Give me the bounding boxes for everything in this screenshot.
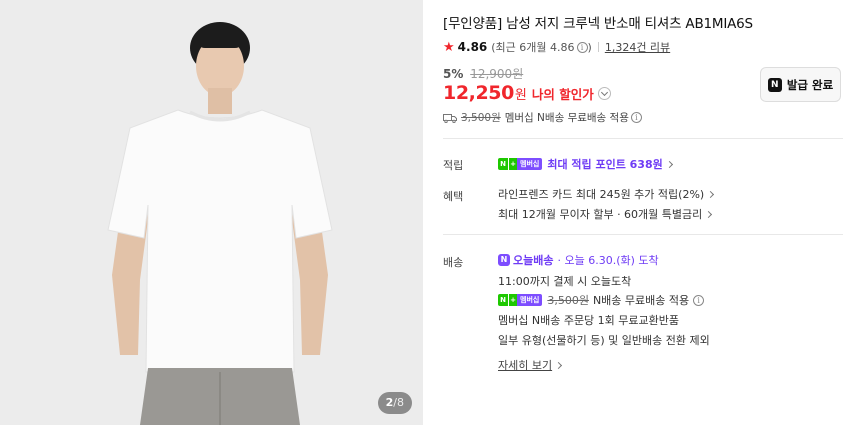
rating-row: ★ 4.86 (최근 6개월 4.86 i) 1,324건 리뷰 <box>443 39 670 55</box>
shipping-fee-strike: 3,500원 <box>461 112 501 124</box>
badge-plus: + <box>508 158 517 170</box>
card-benefit[interactable]: 라인프렌즈 카드 최대 245원 추가 적립(2%) <box>498 186 715 202</box>
badge-n: N <box>498 294 508 306</box>
today-delivery-row: N 오늘배송 · 오늘 6.30.(화) 도착 <box>498 252 659 268</box>
today-delivery-badge: N 오늘배송 <box>498 252 553 268</box>
currency-unit: 원 <box>514 87 527 103</box>
original-price: 12,900원 <box>470 67 524 81</box>
discount-row: 5% 12,900원 <box>443 65 523 82</box>
product-info-panel: [무인양품] 남성 저지 크루넥 반소매 티셔츠 AB1MIA6S ★ 4.86… <box>443 0 843 425</box>
delivery-label: 배송 <box>443 256 464 269</box>
badge-text: 멤버십 <box>517 158 543 170</box>
coupon-issued-button[interactable]: N 발급 완료 <box>760 67 841 102</box>
naver-n-icon: N <box>767 77 782 92</box>
points-row[interactable]: N + 멤버십 최대 적립 포인트 638원 <box>498 156 673 172</box>
badge-plus: + <box>508 294 517 306</box>
product-image[interactable]: 2/8 <box>0 0 423 425</box>
product-title: [무인양품] 남성 저지 크루넥 반소매 티셔츠 AB1MIA6S <box>443 16 753 32</box>
image-page-counter: 2/8 <box>377 392 412 414</box>
delivery-detail-link[interactable]: 자세히 보기 <box>498 357 563 373</box>
free-exchange-note: 멤버십 N배송 주문당 1회 무료교환반품 <box>498 314 680 327</box>
exclusion-note: 일부 유형(선물하기 등) 및 일반배송 전환 제외 <box>498 334 710 347</box>
benefits-label: 혜택 <box>443 190 464 203</box>
order-deadline: 11:00까지 결제 시 오늘도착 <box>498 275 632 288</box>
member-shipping-row: N + 멤버십 3,500원 N배송 무료배송 적용 i <box>498 292 705 308</box>
section-divider <box>443 138 843 139</box>
membership-badge: N + 멤버십 <box>498 294 543 306</box>
chevron-right-icon <box>665 160 673 168</box>
today-delivery-icon: N <box>498 254 510 266</box>
discount-rate: 5% <box>443 67 464 81</box>
points-label: 적립 <box>443 159 464 172</box>
truck-icon <box>443 113 457 123</box>
max-points-text: 최대 적립 포인트 638원 <box>547 158 663 171</box>
model-photo <box>0 0 423 425</box>
info-icon[interactable]: i <box>630 112 642 123</box>
today-delivery-label: 오늘배송 <box>513 254 554 267</box>
installment-text: 최대 12개월 무이자 할부 · 60개월 특별금리 <box>498 208 703 221</box>
chevron-right-icon <box>707 190 715 198</box>
card-benefit-text: 라인프렌즈 카드 최대 245원 추가 적립(2%) <box>498 188 705 201</box>
rating-recent-close: ) <box>587 40 592 54</box>
divider <box>597 42 599 52</box>
detail-link-text: 자세히 보기 <box>498 359 553 372</box>
shipping-fee-strike: 3,500원 <box>547 294 589 307</box>
arrival-date: · 오늘 6.30.(화) 도착 <box>557 254 659 267</box>
info-icon[interactable]: i <box>576 41 588 53</box>
installment-benefit[interactable]: 최대 12개월 무이자 할부 · 60개월 특별금리 <box>498 206 713 222</box>
info-icon[interactable]: i <box>693 294 705 306</box>
membership-badge: N + 멤버십 <box>498 158 543 170</box>
shipping-note-text: 멤버십 N배송 무료배송 적용 <box>504 112 629 124</box>
my-discount-price-toggle[interactable]: 나의 할인가 <box>532 84 594 103</box>
badge-n: N <box>498 158 508 170</box>
badge-text: 멤버십 <box>517 294 543 306</box>
member-shipping-text: N배송 무료배송 적용 <box>592 294 690 307</box>
review-count-link[interactable]: 1,324건 리뷰 <box>605 39 670 55</box>
page-total: /8 <box>393 396 404 409</box>
sale-price: 12,250 <box>443 82 514 104</box>
star-icon: ★ <box>443 39 455 55</box>
rating-recent: (최근 6개월 4.86 <box>491 41 575 54</box>
section-divider <box>443 234 843 235</box>
coupon-label: 발급 완료 <box>786 77 834 92</box>
rating-value: 4.86 <box>457 40 488 54</box>
chevron-right-icon <box>555 361 563 369</box>
chevron-down-icon[interactable] <box>597 86 611 100</box>
shipping-note: 3,500원 멤버십 N배송 무료배송 적용 i <box>443 110 642 125</box>
chevron-right-icon <box>705 210 713 218</box>
price-row: 12,250 원 나의 할인가 <box>443 82 611 104</box>
